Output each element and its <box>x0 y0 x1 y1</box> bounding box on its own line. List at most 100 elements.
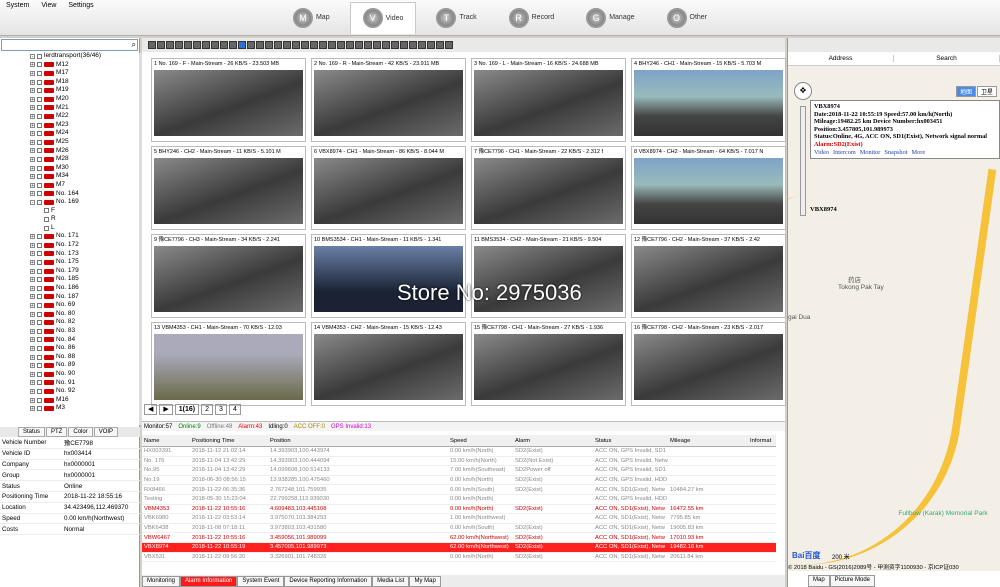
checkbox[interactable] <box>37 388 42 394</box>
checkbox[interactable] <box>37 363 42 369</box>
column-header[interactable]: Positioning Time <box>190 438 268 444</box>
expand-icon[interactable]: + <box>30 105 35 111</box>
checkbox[interactable] <box>37 113 42 119</box>
tree-item[interactable]: + No. 186 <box>30 284 139 293</box>
tree-item[interactable]: + M22 <box>30 112 139 121</box>
video-frame[interactable] <box>154 70 303 136</box>
video-frame[interactable] <box>474 70 623 136</box>
checkbox[interactable] <box>37 268 42 274</box>
tree-item[interactable]: + M20 <box>30 95 139 104</box>
tree-item[interactable]: + M21 <box>30 104 139 113</box>
toolbar-button-icon[interactable] <box>445 41 453 49</box>
checkbox[interactable] <box>37 371 42 377</box>
tree-item[interactable]: + No. 82 <box>30 318 139 327</box>
map-type-button[interactable]: 卫星 <box>976 86 997 97</box>
checkbox[interactable] <box>37 88 42 94</box>
info-link[interactable]: Intercom <box>833 149 856 156</box>
expand-icon[interactable]: - <box>30 53 35 59</box>
checkbox[interactable] <box>37 397 42 403</box>
checkbox[interactable] <box>37 199 42 205</box>
expand-icon[interactable]: + <box>30 406 35 412</box>
expand-icon[interactable]: + <box>30 191 35 197</box>
checkbox[interactable] <box>44 225 49 231</box>
toolbar-button-icon[interactable] <box>301 41 309 49</box>
toolbar-button-icon[interactable] <box>202 41 210 49</box>
expand-icon[interactable]: + <box>30 242 35 248</box>
checkbox[interactable] <box>37 139 42 145</box>
search-icon[interactable]: ⌕ <box>132 40 136 50</box>
toolbar-button-icon[interactable] <box>229 41 237 49</box>
page-tab[interactable]: 2 <box>201 404 214 415</box>
video-frame[interactable] <box>154 158 303 224</box>
video-cell[interactable]: 5 BHY246 - CH2 - Main-Stream - 11 KB/S -… <box>151 146 306 230</box>
tree-item[interactable]: - No. 169 <box>30 198 139 207</box>
video-frame[interactable] <box>314 158 463 224</box>
expand-icon[interactable]: + <box>30 380 35 386</box>
checkbox[interactable] <box>37 251 42 257</box>
zoom-slider[interactable] <box>800 106 806 216</box>
tree-item[interactable]: + No. 185 <box>30 275 139 284</box>
toolbar-button-icon[interactable] <box>427 41 435 49</box>
column-header[interactable]: Status <box>593 438 668 444</box>
prev-page-icon[interactable]: ◀ <box>144 404 158 415</box>
tree-item[interactable]: - lerdtransport(36/46) <box>30 52 139 61</box>
checkbox[interactable] <box>37 277 42 283</box>
checkbox[interactable] <box>37 320 42 326</box>
video-frame[interactable] <box>634 334 783 400</box>
expand-icon[interactable]: + <box>30 165 35 171</box>
toolbar-button-icon[interactable] <box>274 41 282 49</box>
video-cell[interactable]: 8 VBX8974 - CH2 - Main-Stream - 64 KB/S … <box>631 146 786 230</box>
toolbar-button-icon[interactable] <box>247 41 255 49</box>
toolbar-button-icon[interactable] <box>337 41 345 49</box>
table-row[interactable]: HX003391 2018-11-12 21:02:14 14.393903,100… <box>142 447 776 457</box>
expand-icon[interactable]: + <box>30 311 35 317</box>
map-type-button[interactable]: 地图 <box>955 86 976 97</box>
tree-item[interactable]: + No. 91 <box>30 379 139 388</box>
expand-icon[interactable]: + <box>30 96 35 102</box>
tree-item[interactable]: + No. 90 <box>30 370 139 379</box>
video-cell[interactable]: 6 VBX8974 - CH1 - Main-Stream - 86 KB/S … <box>311 146 466 230</box>
checkbox[interactable] <box>37 53 42 59</box>
column-header[interactable]: Name <box>142 438 190 444</box>
table-row[interactable]: VBM4353 2018-11-22 10:55:16 4.609483,103.4… <box>142 505 776 515</box>
search-button[interactable]: Search <box>894 55 1000 62</box>
checkbox[interactable] <box>37 182 42 188</box>
tree-channel[interactable]: L <box>30 224 139 233</box>
tree-item[interactable]: + M7 <box>30 181 139 190</box>
toolbar-button-icon[interactable] <box>292 41 300 49</box>
table-row[interactable]: Testing 2018-05-30 15:23:04 22.799258,113.… <box>142 495 776 505</box>
expand-icon[interactable]: + <box>30 363 35 369</box>
expand-icon[interactable]: + <box>30 337 35 343</box>
checkbox[interactable] <box>37 122 42 128</box>
expand-icon[interactable]: + <box>30 277 35 283</box>
expand-icon[interactable]: + <box>30 345 35 351</box>
checkbox[interactable] <box>37 234 42 240</box>
tree-item[interactable]: + No. 173 <box>30 250 139 259</box>
tree-item[interactable]: + M34 <box>30 172 139 181</box>
expand-icon[interactable]: + <box>30 294 35 300</box>
tree-item[interactable]: + No. 88 <box>30 353 139 362</box>
expand-icon[interactable]: + <box>30 156 35 162</box>
video-frame[interactable] <box>154 334 303 400</box>
expand-icon[interactable]: + <box>30 131 35 137</box>
tree-item[interactable]: + M23 <box>30 121 139 130</box>
table-row[interactable]: No.19 2018-06-30 08:56:15 13.938285,100.47… <box>142 476 776 486</box>
expand-icon[interactable]: + <box>30 251 35 257</box>
checkbox[interactable] <box>37 354 42 360</box>
pan-control-icon[interactable]: ✥ <box>794 82 812 100</box>
tree-item[interactable]: + No. 171 <box>30 232 139 241</box>
checkbox[interactable] <box>37 62 42 68</box>
expand-icon[interactable]: + <box>30 328 35 334</box>
toolbar-button-icon[interactable] <box>175 41 183 49</box>
menu-view[interactable]: View <box>35 2 62 9</box>
toolbar-button-icon[interactable] <box>157 41 165 49</box>
video-frame[interactable] <box>314 70 463 136</box>
toolbar-button-icon[interactable] <box>346 41 354 49</box>
expand-icon[interactable]: + <box>30 285 35 291</box>
info-link[interactable]: Video <box>814 149 829 156</box>
tree-channel[interactable]: R <box>30 215 139 224</box>
video-frame[interactable] <box>314 334 463 400</box>
bottom-tab[interactable]: Device Reporting Information <box>284 575 373 587</box>
expand-icon[interactable]: + <box>30 260 35 266</box>
checkbox[interactable] <box>37 242 42 248</box>
